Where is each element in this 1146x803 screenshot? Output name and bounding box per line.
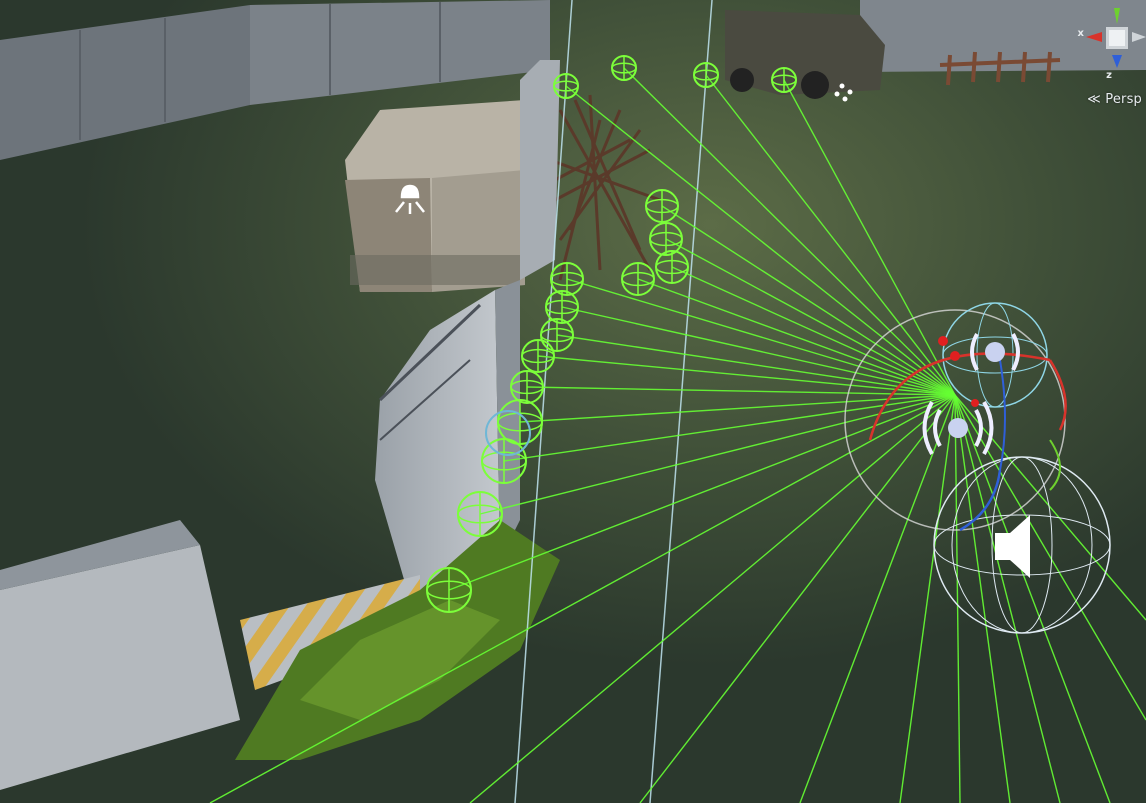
axis-z-label: z bbox=[1106, 70, 1112, 81]
axis-x-label: x bbox=[1077, 28, 1084, 39]
jeep bbox=[725, 10, 885, 99]
scene-axis-gizmo[interactable]: x z ≪ Persp bbox=[1076, 0, 1146, 110]
projection-label: Persp bbox=[1105, 92, 1142, 107]
scene-canvas[interactable] bbox=[0, 0, 1146, 803]
bunker bbox=[345, 100, 525, 292]
scene-viewport[interactable]: x z ≪ Persp bbox=[0, 0, 1146, 803]
projection-toggle[interactable]: ≪ Persp bbox=[1087, 92, 1142, 107]
